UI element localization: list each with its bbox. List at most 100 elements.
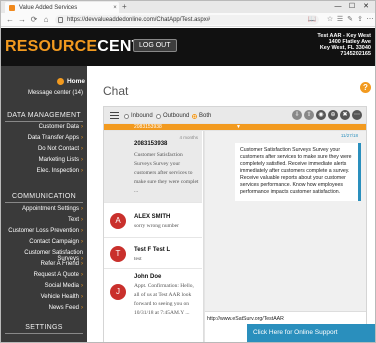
message-thread: 11/27/18 Customer Satisfaction Surveys S… bbox=[205, 131, 366, 342]
radio-label: Outbound bbox=[163, 113, 190, 119]
divider bbox=[5, 121, 83, 122]
list-item[interactable]: J John Doe Appt. Confirmation: Hello, al… bbox=[104, 270, 202, 342]
logout-button[interactable]: LOG OUT bbox=[133, 39, 177, 52]
list-item[interactable]: 4 months 2083153938 Customer Satisfactio… bbox=[104, 131, 202, 203]
conversation-preview: Customer Satisfaction Surveys Survey you… bbox=[134, 152, 199, 194]
sidebar-item-refer-a-friend[interactable]: Refer A Friend › bbox=[1, 261, 83, 267]
conversation-list: 4 months 2083153938 Customer Satisfactio… bbox=[104, 131, 204, 342]
reading-view-icon[interactable]: 📖 bbox=[307, 15, 317, 25]
page-title: Chat bbox=[103, 84, 129, 98]
account-info: Test AAR - Key West 1400 Flatley Ave Key… bbox=[301, 33, 371, 57]
minimize-button[interactable]: — bbox=[331, 1, 345, 13]
conversation-preview: sorry wrong number bbox=[134, 223, 179, 229]
sidebar-item-label: Appointment Settings bbox=[21, 206, 79, 212]
chevron-right-icon: › bbox=[81, 228, 83, 234]
radio-dot bbox=[124, 113, 129, 119]
sidebar-item-appointment-settings[interactable]: Appointment Settings › bbox=[1, 206, 83, 212]
upload-icon[interactable]: ⇧ bbox=[304, 110, 314, 120]
chevron-right-icon: › bbox=[81, 217, 83, 223]
home-button[interactable]: ⌂ bbox=[41, 15, 51, 25]
avatar: J bbox=[110, 284, 126, 300]
filter-both-radio[interactable]: Both bbox=[192, 113, 211, 119]
sidebar-item-message-center[interactable]: Message center (14) bbox=[28, 90, 83, 96]
chevron-down-icon[interactable]: ▼ bbox=[236, 124, 241, 130]
hub-icon[interactable]: ☰ bbox=[335, 15, 345, 25]
tab-bar: Value Added Services × + — ☐ ✕ bbox=[1, 1, 375, 13]
conversation-time: 4 months bbox=[179, 135, 198, 140]
sidebar-item-home[interactable]: Home bbox=[1, 78, 85, 85]
active-conversation-bar[interactable]: 2083153938 ▼ bbox=[104, 124, 366, 130]
sidebar-item-elec-inspection[interactable]: Elec. Inspection › bbox=[1, 168, 83, 174]
chat-panel: Inbound Outbound Both ⇩ ⇧ ◉ ⊕ ✖ ⋯ 208315… bbox=[103, 106, 367, 342]
toolbar-icons: ⇩ ⇧ ◉ ⊕ ✖ ⋯ bbox=[290, 110, 362, 120]
radio-dot-selected bbox=[192, 113, 197, 119]
sidebar-item-label: News Feed bbox=[48, 305, 79, 311]
chevron-right-icon: › bbox=[81, 272, 83, 278]
chat-toolbar: Inbound Outbound Both ⇩ ⇧ ◉ ⊕ ✖ ⋯ bbox=[104, 107, 366, 123]
sidebar-item-news-feed[interactable]: News Feed › bbox=[1, 305, 83, 311]
sidebar-item-customer-data[interactable]: Customer Data › bbox=[1, 124, 83, 130]
sidebar-item-marketing-lists[interactable]: Marketing Lists › bbox=[1, 157, 83, 163]
message-time: 11/27/18 bbox=[340, 133, 358, 138]
sidebar-item-request-a-quote[interactable]: Request A Quote › bbox=[1, 272, 83, 278]
more-icon[interactable]: ⋯ bbox=[365, 15, 375, 25]
forward-button[interactable]: → bbox=[17, 15, 27, 25]
home-icon bbox=[56, 78, 64, 85]
section-settings: SETTINGS bbox=[25, 324, 63, 331]
share-icon[interactable]: ⇪ bbox=[355, 15, 365, 25]
more-options-icon[interactable]: ⋯ bbox=[352, 110, 362, 120]
tab-close-icon[interactable]: × bbox=[111, 5, 119, 11]
browser-window: Value Added Services × + — ☐ ✕ ← → ⟳ ⌂ h… bbox=[0, 0, 376, 343]
active-number: 2083153938 bbox=[134, 124, 162, 130]
chevron-right-icon: › bbox=[81, 294, 83, 300]
notes-icon[interactable]: ✎ bbox=[345, 15, 355, 25]
lock-icon bbox=[58, 17, 63, 23]
list-item[interactable]: A ALEX SMITH sorry wrong number bbox=[104, 204, 202, 238]
message-bubble: Customer Satisfaction Surveys Survey you… bbox=[235, 143, 361, 201]
sidebar-item-label: Contact Campaign bbox=[29, 239, 79, 245]
new-tab-button[interactable]: + bbox=[122, 3, 130, 11]
radio-label: Both bbox=[199, 113, 212, 119]
favorites-icon[interactable]: ☆ bbox=[325, 15, 335, 25]
divider bbox=[5, 333, 83, 334]
address-bar-row: ← → ⟳ ⌂ https://devvalueaddedonline.com/… bbox=[1, 13, 375, 27]
back-button[interactable]: ← bbox=[5, 15, 15, 25]
chevron-right-icon: › bbox=[81, 124, 83, 130]
chevron-right-icon: › bbox=[81, 305, 83, 311]
url-field[interactable]: https://devvalueaddedonline.com/ChatApp/… bbox=[55, 15, 319, 25]
sidebar-item-customer-loss-prevention[interactable]: Customer Loss Prevention › bbox=[1, 228, 83, 234]
filter-outbound-radio[interactable]: Outbound bbox=[156, 113, 189, 119]
online-support-button[interactable]: Click Here for Online Support bbox=[247, 324, 375, 342]
sidebar-item-social-media[interactable]: Social Media › bbox=[1, 283, 83, 289]
browser-tab[interactable]: Value Added Services × bbox=[5, 2, 119, 13]
favicon-icon bbox=[9, 4, 15, 11]
contact-icon[interactable]: ◉ bbox=[316, 110, 326, 120]
help-icon[interactable]: ? bbox=[360, 82, 371, 93]
sidebar: Home Message center (14) DATA MANAGEMENT… bbox=[1, 66, 87, 342]
chevron-right-icon: › bbox=[81, 283, 83, 289]
sidebar-item-label: Request A Quote bbox=[33, 272, 79, 278]
sidebar-item-vehicle-health[interactable]: Vehicle Health › bbox=[1, 294, 83, 300]
sidebar-item-do-not-contact[interactable]: Do Not Contact › bbox=[1, 146, 83, 152]
sidebar-item-text[interactable]: Text › bbox=[1, 217, 83, 223]
chevron-right-icon: › bbox=[81, 261, 83, 267]
list-item[interactable]: T Test F Test L test bbox=[104, 239, 202, 269]
close-window-button[interactable]: ✕ bbox=[359, 1, 373, 13]
maximize-button[interactable]: ☐ bbox=[345, 1, 359, 13]
main-content: Chat ? Inbound Outbound Both ⇩ ⇧ ◉ ⊕ ✖ ⋯… bbox=[87, 66, 375, 342]
conversation-preview: Appt. Confirmation: Hello, all of us at … bbox=[134, 283, 194, 316]
chevron-right-icon: › bbox=[81, 157, 83, 163]
download-icon[interactable]: ⇩ bbox=[292, 110, 302, 120]
sidebar-item-contact-campaign[interactable]: Contact Campaign › bbox=[1, 239, 83, 245]
sidebar-item-data-transfer-apps[interactable]: Data Transfer Apps › bbox=[1, 135, 83, 141]
delete-icon[interactable]: ✖ bbox=[340, 110, 350, 120]
add-icon[interactable]: ⊕ bbox=[328, 110, 338, 120]
sidebar-item-label: Refer A Friend bbox=[40, 261, 79, 267]
sidebar-item-label: Do Not Contact bbox=[37, 146, 79, 152]
menu-icon[interactable] bbox=[110, 112, 119, 119]
sidebar-item-label: Data Transfer Apps bbox=[27, 135, 79, 141]
filter-inbound-radio[interactable]: Inbound bbox=[124, 113, 153, 119]
chevron-right-icon: › bbox=[81, 168, 83, 174]
refresh-button[interactable]: ⟳ bbox=[29, 15, 39, 25]
tab-title: Value Added Services bbox=[19, 4, 78, 11]
